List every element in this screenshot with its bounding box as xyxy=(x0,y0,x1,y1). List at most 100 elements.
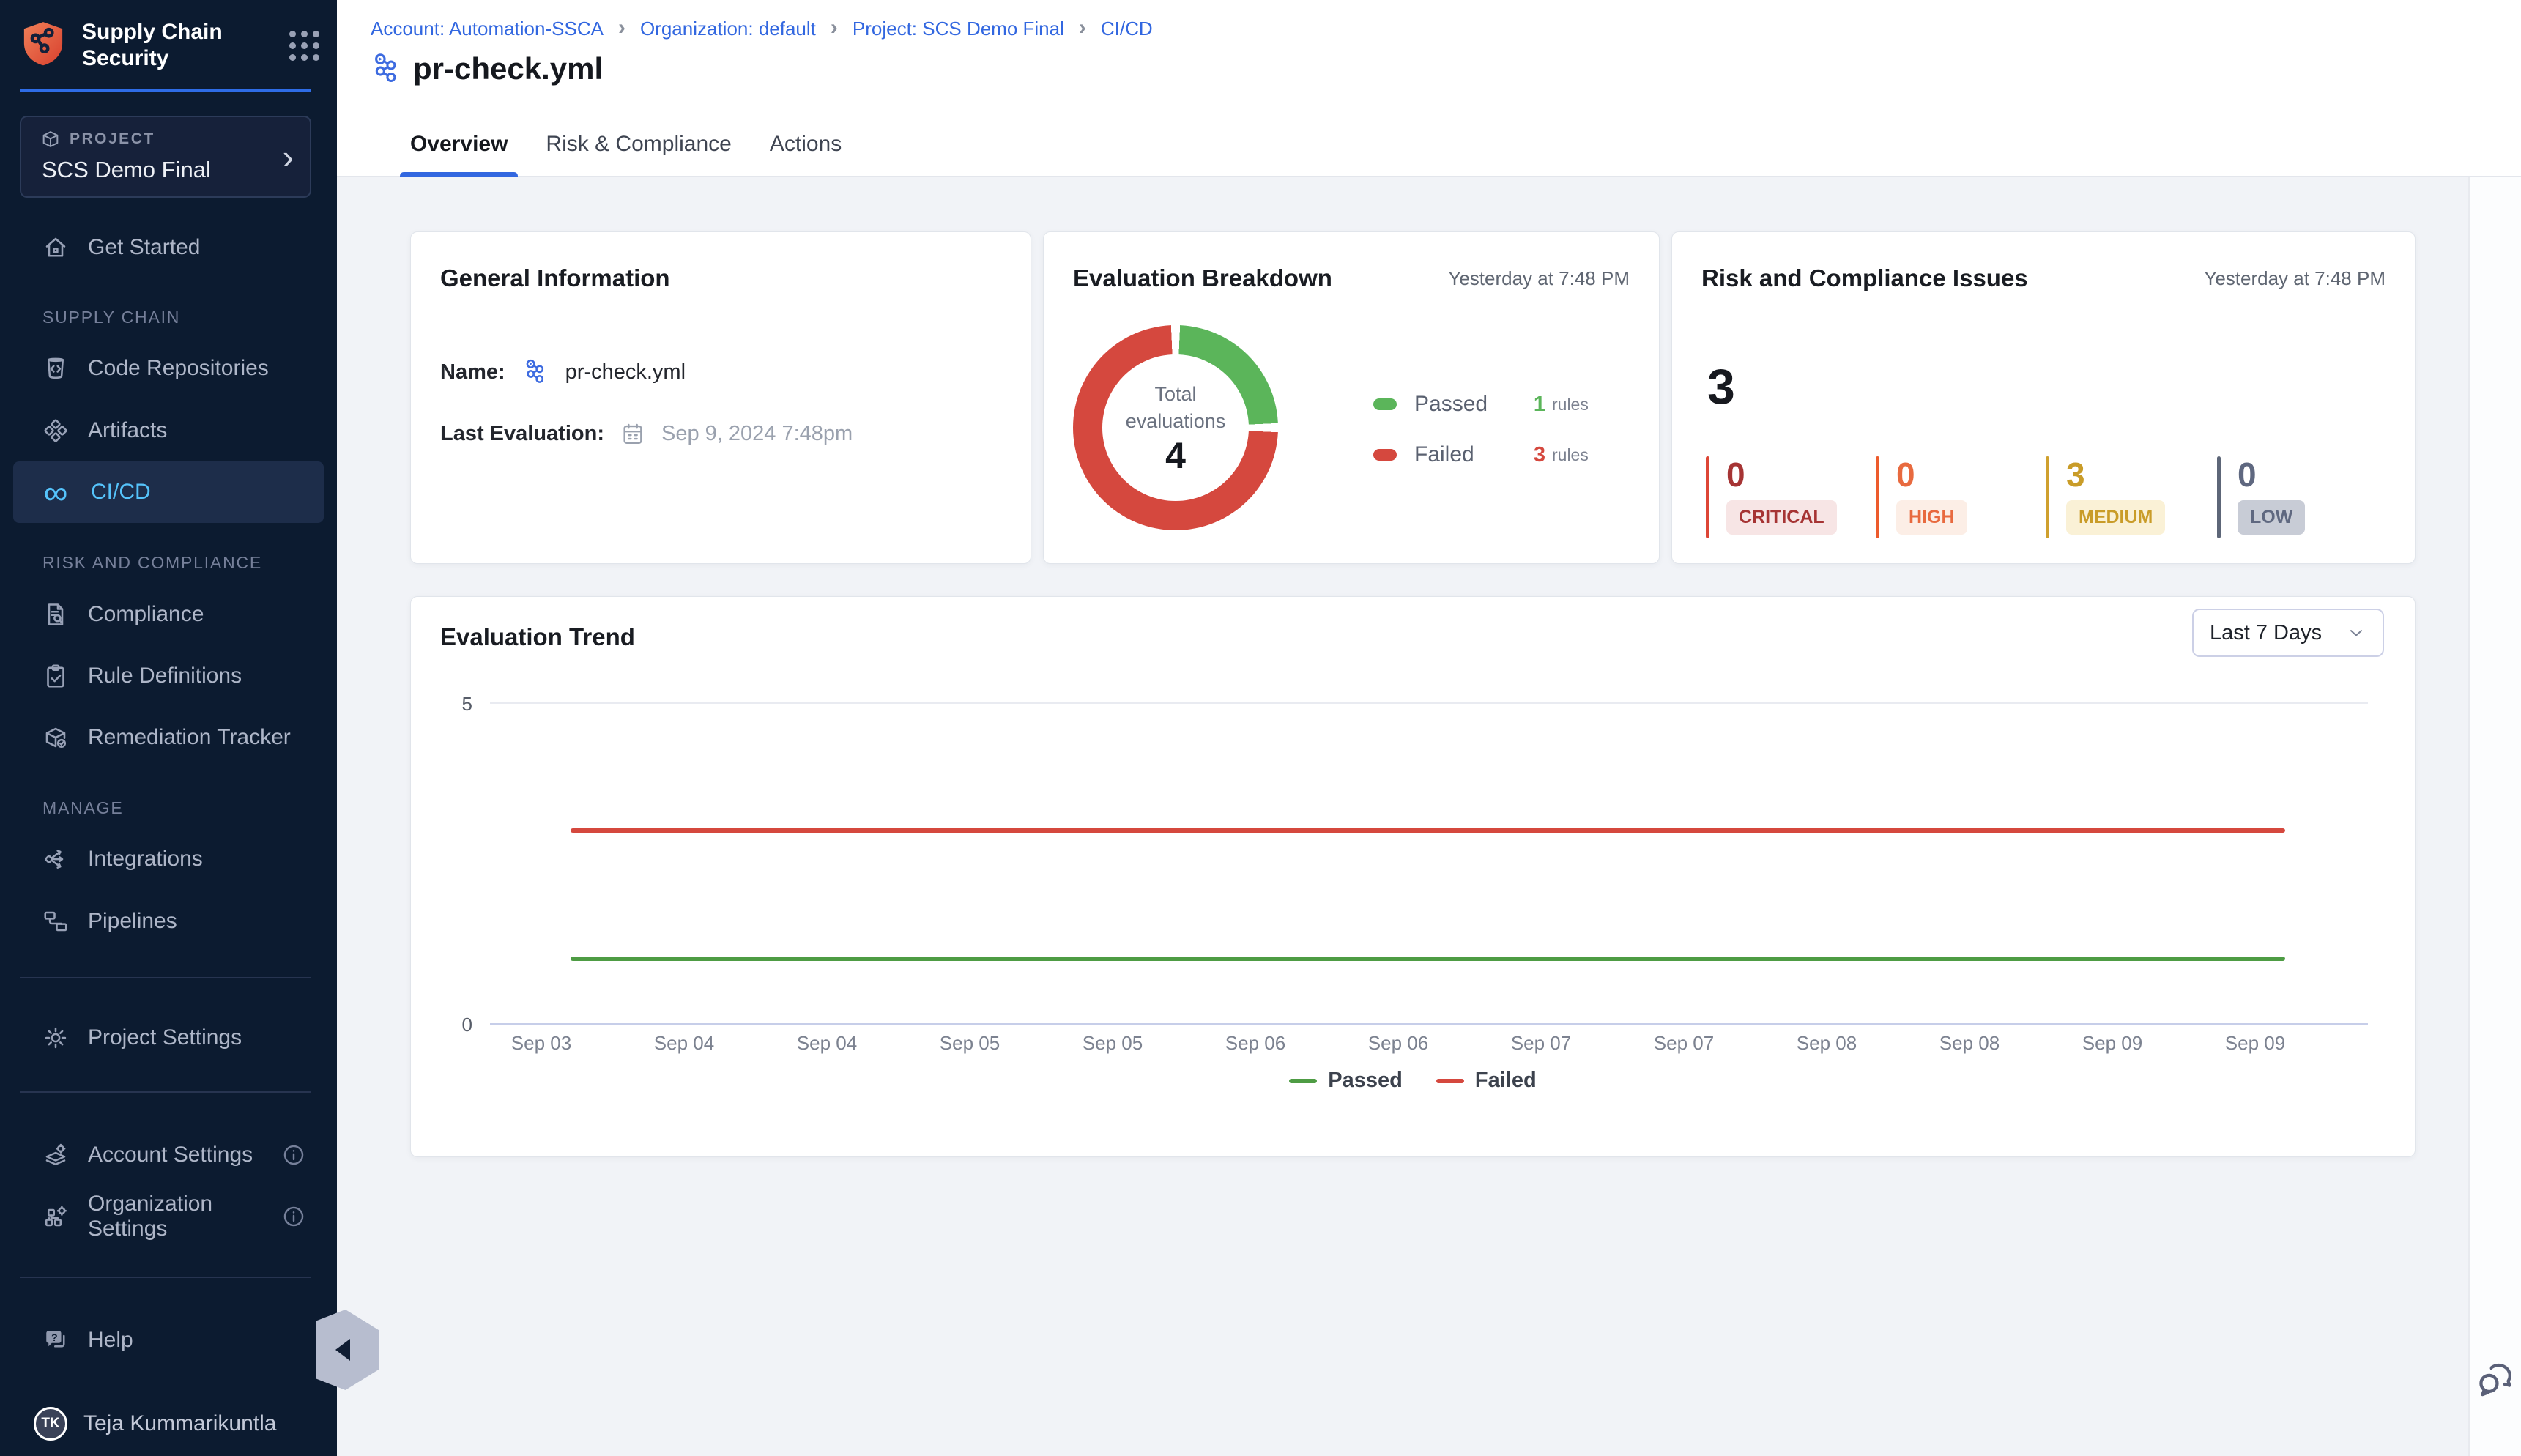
trend-x-axis: Sep 03 Sep 04 Sep 04 Sep 05 Sep 05 Sep 0… xyxy=(541,1032,2255,1055)
legend-item-failed: Failed 3 rules xyxy=(1373,442,1594,468)
sidebar-item-label: Code Repositories xyxy=(88,356,269,381)
x-axis-label: Sep 05 xyxy=(940,1032,1000,1055)
artifacts-icon xyxy=(42,417,69,444)
shield-logo-icon xyxy=(19,18,67,69)
sidebar-item-label: Compliance xyxy=(88,602,204,627)
severity-badge: MEDIUM xyxy=(2066,500,2165,535)
date-range-select[interactable]: Last 7 Days xyxy=(2192,609,2384,657)
right-rail xyxy=(2468,177,2521,1456)
x-axis-label: Sep 05 xyxy=(1083,1032,1143,1055)
sidebar-item-code-repositories[interactable]: Code Repositories xyxy=(13,338,324,399)
sidebar-section-risk-compliance: RISK AND COMPLIANCE xyxy=(42,553,262,573)
severity-count: 0 xyxy=(2238,456,2257,493)
sidebar-section-manage: MANAGE xyxy=(42,798,123,818)
project-label: PROJECT xyxy=(70,130,155,148)
page-title: pr-check.yml xyxy=(413,51,603,86)
sidebar-item-help[interactable]: ? Help xyxy=(13,1310,324,1371)
passed-pill-icon xyxy=(1373,398,1397,410)
severity-bar xyxy=(2046,456,2049,538)
severity-count: 0 xyxy=(1726,456,1745,493)
user-menu[interactable]: TK Teja Kummarikuntla xyxy=(13,1393,324,1455)
tab-risk-compliance[interactable]: Risk & Compliance xyxy=(535,132,741,177)
info-icon[interactable] xyxy=(281,1204,306,1229)
sidebar-item-get-started[interactable]: Get Started xyxy=(13,217,324,278)
sidebar-item-remediation-tracker[interactable]: Remediation Tracker xyxy=(13,707,324,768)
sidebar-item-rule-definitions[interactable]: Rule Definitions xyxy=(13,645,324,707)
legend-count: 1 xyxy=(1534,393,1545,417)
evaluation-donut: Total evaluations 4 xyxy=(1073,325,1278,530)
sidebar-item-integrations[interactable]: Integrations xyxy=(13,828,324,890)
app-grid-icon[interactable] xyxy=(289,31,319,61)
timestamp: Yesterday at 7:48 PM xyxy=(1448,267,1630,290)
x-axis-label: Sep 04 xyxy=(654,1032,714,1055)
name-value: pr-check.yml xyxy=(565,360,686,385)
sidebar-item-account-settings[interactable]: Account Settings xyxy=(13,1124,324,1186)
project-box-icon xyxy=(40,129,61,149)
chevron-down-icon xyxy=(2346,623,2366,643)
sidebar-item-project-settings[interactable]: Project Settings xyxy=(13,1007,324,1069)
sidebar-item-organization-settings[interactable]: Organization Settings xyxy=(13,1186,324,1247)
user-name: Teja Kummarikuntla xyxy=(83,1411,276,1436)
x-axis-label: Sep 08 xyxy=(1939,1032,2000,1055)
x-axis-label: Sep 08 xyxy=(1797,1032,1857,1055)
sidebar-section-supply-chain: SUPPLY CHAIN xyxy=(42,308,180,327)
sidebar-item-cicd[interactable]: ∞ CI/CD xyxy=(13,461,324,523)
sidebar-item-pipelines[interactable]: Pipelines xyxy=(13,891,324,952)
card-title: Evaluation Breakdown xyxy=(1073,264,1332,292)
legend-label: Failed xyxy=(1475,1069,1537,1093)
tab-overview[interactable]: Overview xyxy=(400,132,518,177)
compliance-doc-icon xyxy=(42,601,69,628)
evaluation-trend-card: Evaluation Trend Last 7 Days 5 0 Sep 03 … xyxy=(410,596,2416,1157)
x-axis-label: Sep 06 xyxy=(1225,1032,1285,1055)
pipelines-icon xyxy=(42,908,69,935)
project-selector[interactable]: PROJECT SCS Demo Final › xyxy=(20,116,311,198)
donut-center-label: Total evaluations xyxy=(1117,381,1234,435)
severity-critical: 0 CRITICAL xyxy=(1706,456,1837,546)
legend-item-passed: Passed 1 rules xyxy=(1373,391,1594,417)
integrations-share-icon xyxy=(42,846,69,872)
legend-item-passed: Passed xyxy=(1289,1069,1403,1093)
sidebar-item-artifacts[interactable]: Artifacts xyxy=(13,400,324,461)
tab-actions[interactable]: Actions xyxy=(760,132,852,177)
project-name: SCS Demo Final xyxy=(42,157,211,183)
legend-label: Passed xyxy=(1328,1069,1403,1093)
app-root: Supply Chain Security PROJECT SCS Demo F… xyxy=(0,0,2521,1456)
breadcrumb-account[interactable]: Account: Automation-SSCA xyxy=(371,18,604,40)
breadcrumb-organization[interactable]: Organization: default xyxy=(640,18,816,40)
chevron-right-icon: › xyxy=(618,18,625,37)
sidebar-item-label: Project Settings xyxy=(88,1025,242,1050)
x-axis-label: Sep 07 xyxy=(1654,1032,1714,1055)
date-range-value: Last 7 Days xyxy=(2210,621,2322,645)
trend-legend: Passed Failed xyxy=(411,1069,2415,1093)
name-label: Name: xyxy=(440,360,505,385)
severity-low: 0 LOW xyxy=(2217,456,2305,546)
calendar-icon xyxy=(620,421,645,446)
x-axis-label: Sep 09 xyxy=(2225,1032,2285,1055)
legend-count: 3 xyxy=(1534,443,1545,467)
help-chat-icon: ? xyxy=(42,1327,69,1353)
passed-dash-icon xyxy=(1289,1079,1317,1083)
sidebar-item-label: Help xyxy=(88,1328,133,1353)
x-axis-label: Sep 04 xyxy=(797,1032,857,1055)
passed-line xyxy=(571,957,2285,961)
sidebar-item-label: CI/CD xyxy=(91,480,151,505)
x-axis-label: Sep 03 xyxy=(511,1032,571,1055)
legend-unit: rules xyxy=(1552,445,1594,465)
chevron-right-icon: › xyxy=(1079,18,1086,37)
support-chat-icon[interactable] xyxy=(2476,1359,2515,1399)
legend-label: Passed xyxy=(1414,392,1488,417)
chevron-right-icon: › xyxy=(831,18,838,37)
legend-item-failed: Failed xyxy=(1436,1069,1537,1093)
sidebar: Supply Chain Security PROJECT SCS Demo F… xyxy=(0,0,337,1456)
info-icon[interactable] xyxy=(281,1143,306,1167)
severity-high: 0 HIGH xyxy=(1876,456,1967,546)
breadcrumb-cicd[interactable]: CI/CD xyxy=(1101,18,1153,40)
avatar: TK xyxy=(34,1407,67,1441)
sidebar-item-compliance[interactable]: Compliance xyxy=(13,584,324,645)
breadcrumb-project[interactable]: Project: SCS Demo Final xyxy=(853,18,1064,40)
card-title: Evaluation Trend xyxy=(440,623,635,651)
legend-unit: rules xyxy=(1552,395,1594,415)
risk-compliance-issues-card: Risk and Compliance Issues Yesterday at … xyxy=(1671,231,2416,564)
code-repository-icon xyxy=(42,355,69,382)
failed-pill-icon xyxy=(1373,449,1397,461)
